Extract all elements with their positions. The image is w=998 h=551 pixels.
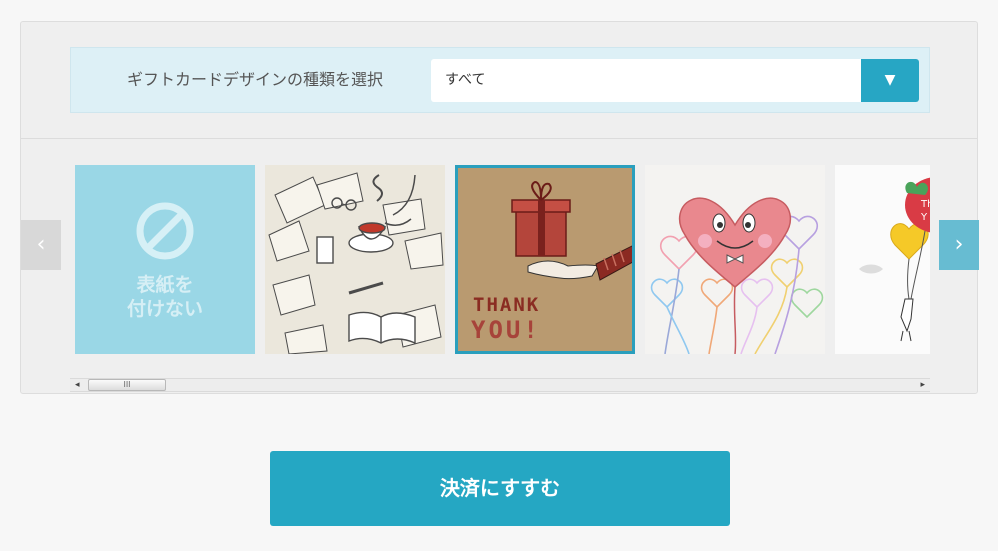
card-heart-balloon-design[interactable] <box>645 165 825 354</box>
carousel-scrollbar[interactable]: ◂ III ▸ <box>70 378 930 392</box>
design-type-select[interactable]: すべて ▼ <box>431 59 919 102</box>
scrollbar-thumb[interactable]: III <box>88 379 166 391</box>
heart-balloons-illustration <box>650 197 824 354</box>
chevron-right-icon: › <box>954 232 964 257</box>
card-thank-you-design[interactable]: THANK YOU! <box>455 165 635 354</box>
select-value: すべて <box>445 72 486 88</box>
card-no-cover[interactable]: 表紙を 付けない <box>75 165 255 354</box>
balloon-text: Th Y <box>921 198 930 224</box>
card-design-carousel: 表紙を 付けない THANK YOU! T Y <box>75 165 930 355</box>
carousel-prev-button[interactable]: ‹ <box>21 220 61 270</box>
you-text: YOU! <box>471 316 541 344</box>
balloon-illustration <box>859 177 930 342</box>
scroll-left-arrow-icon[interactable]: ◂ <box>75 378 80 392</box>
card-coffee-design[interactable] <box>265 165 445 354</box>
no-cover-label-line2: 付けない <box>126 298 203 320</box>
thank-text: THANK <box>473 294 541 316</box>
no-cover-label-line1: 表紙を <box>136 274 194 296</box>
chevron-left-icon: ‹ <box>36 232 46 257</box>
balloon-text-line2: Y <box>921 212 928 223</box>
gift-card-design-panel: ギフトカードデザインの種類を選択 すべて ▼ 表紙を 付けない THANK YO… <box>20 21 978 394</box>
coffee-sketch-illustration <box>268 172 444 354</box>
dropdown-arrow-icon[interactable]: ▼ <box>861 59 919 102</box>
proceed-to-checkout-button[interactable]: 決済にすすむ <box>270 451 730 526</box>
filter-label: ギフトカードデザインの種類を選択 <box>127 70 384 89</box>
divider <box>21 138 977 139</box>
scroll-right-arrow-icon[interactable]: ▸ <box>920 378 925 392</box>
no-cover-label: 表紙を 付けない <box>75 273 255 321</box>
prohibited-icon <box>136 202 194 260</box>
balloon-text-line1: Th <box>921 199 930 210</box>
card-yellow-balloon-design[interactable]: Th Y <box>835 165 930 354</box>
carousel-next-button[interactable]: › <box>939 220 979 270</box>
design-type-filter: ギフトカードデザインの種類を選択 すべて ▼ <box>70 47 930 113</box>
